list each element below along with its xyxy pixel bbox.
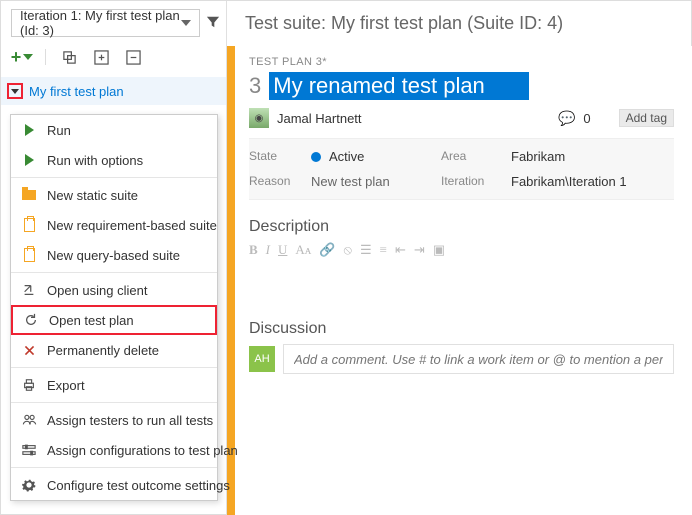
menu-configure-outcome[interactable]: Configure test outcome settings [11,470,217,500]
outdent-icon[interactable]: ⇤ [395,242,406,258]
indent-icon[interactable]: ⇥ [414,242,425,258]
chevron-down-icon [181,20,191,26]
menu-open-client[interactable]: Open using client [11,275,217,305]
separator [11,367,217,368]
menu-label: Open using client [47,283,147,298]
avatar: ◉ [249,108,269,128]
filter-icon[interactable] [206,15,220,32]
print-icon [21,377,37,393]
open-external-icon [21,282,37,298]
menu-new-requirement[interactable]: New requirement-based suite [11,210,217,240]
menu-label: Export [47,378,85,393]
work-item-id: 3 [249,73,261,99]
tree-node-label: My first test plan [29,84,124,99]
bold-icon[interactable]: B [249,242,258,258]
separator [11,467,217,468]
context-caret-highlight[interactable] [7,83,23,99]
field-value-area[interactable]: Fabrikam [511,149,674,164]
discussion-icon[interactable]: 💬 [558,110,575,127]
menu-label: Configure test outcome settings [47,478,230,493]
number-list-icon[interactable]: ≡ [380,242,387,258]
menu-label: New static suite [47,188,138,203]
image-icon[interactable]: ▣ [433,242,445,258]
page-title: Test suite: My first test plan (Suite ID… [227,1,691,47]
iteration-dropdown-label: Iteration 1: My first test plan (Id: 3) [20,8,181,38]
menu-label: New query-based suite [47,248,180,263]
state-dot-icon [311,152,321,162]
expand-icon[interactable] [92,48,110,66]
menu-run[interactable]: Run [11,115,217,145]
description-heading: Description [249,218,674,236]
menu-label: New requirement-based suite [47,218,217,233]
rich-text-toolbar[interactable]: B I U Aᴀ 🔗 ⦸ ☰ ≡ ⇤ ⇥ ▣ [249,242,674,258]
menu-run-options[interactable]: Run with options [11,145,217,175]
clipboard-icon [24,248,35,262]
clipboard-icon [24,218,35,232]
separator [11,177,217,178]
menu-label: Assign testers to run all tests [47,413,213,428]
tree-node-selected[interactable]: My first test plan [1,77,226,105]
field-value-state[interactable]: Active [311,149,441,164]
link-icon[interactable]: 🔗 [319,242,335,258]
collapse-icon[interactable] [124,48,142,66]
menu-label: Open test plan [49,313,134,328]
menu-label: Run [47,123,71,138]
title-input[interactable] [269,72,529,100]
chevron-down-icon [11,89,19,94]
discussion-input[interactable] [283,344,674,374]
context-menu: Run Run with options New static suite Ne… [10,114,218,501]
menu-open-plan[interactable]: Open test plan [11,305,217,335]
unlink-icon[interactable]: ⦸ [344,242,352,258]
open-icon [23,312,39,328]
iteration-dropdown[interactable]: Iteration 1: My first test plan (Id: 3) [11,9,200,37]
assignee-name[interactable]: Jamal Hartnett [277,111,362,126]
menu-delete[interactable]: Permanently delete [11,335,217,365]
field-value-iteration[interactable]: Fabrikam\Iteration 1 [511,174,674,189]
menu-assign-testers[interactable]: Assign testers to run all tests [11,405,217,435]
discussion-heading: Discussion [249,320,674,338]
underline-icon[interactable]: U [278,242,287,258]
gear-icon [21,477,37,493]
plan-type-label: TEST PLAN 3* [249,56,674,68]
discussion-count: 0 [583,111,590,126]
separator [11,402,217,403]
menu-label: Permanently delete [47,343,159,358]
play-icon [25,124,34,136]
config-icon [21,442,37,458]
font-size-icon[interactable]: Aᴀ [295,242,311,258]
menu-label: Run with options [47,153,143,168]
play-icon [25,154,34,166]
copy-icon[interactable] [60,48,78,66]
menu-assign-config[interactable]: Assign configurations to test plan [11,435,217,465]
separator [11,272,217,273]
field-value-reason[interactable]: New test plan [311,174,441,189]
field-label-area: Area [441,149,511,164]
add-tag-button[interactable]: Add tag [619,109,674,127]
state-text: Active [329,149,364,164]
delete-icon [21,342,37,358]
menu-new-query[interactable]: New query-based suite [11,240,217,270]
field-label-reason: Reason [249,174,311,189]
menu-export[interactable]: Export [11,370,217,400]
italic-icon[interactable]: I [266,242,270,258]
menu-new-static[interactable]: New static suite [11,180,217,210]
separator [45,49,46,65]
page-title-text: Test suite: My first test plan (Suite ID… [245,13,563,34]
field-label-state: State [249,149,311,164]
folder-icon [22,190,36,200]
add-button[interactable]: + [13,48,31,66]
menu-label: Assign configurations to test plan [47,443,238,458]
bullet-list-icon[interactable]: ☰ [360,242,372,258]
field-label-iteration: Iteration [441,174,511,189]
user-avatar: AH [249,346,275,372]
people-icon [21,412,37,428]
